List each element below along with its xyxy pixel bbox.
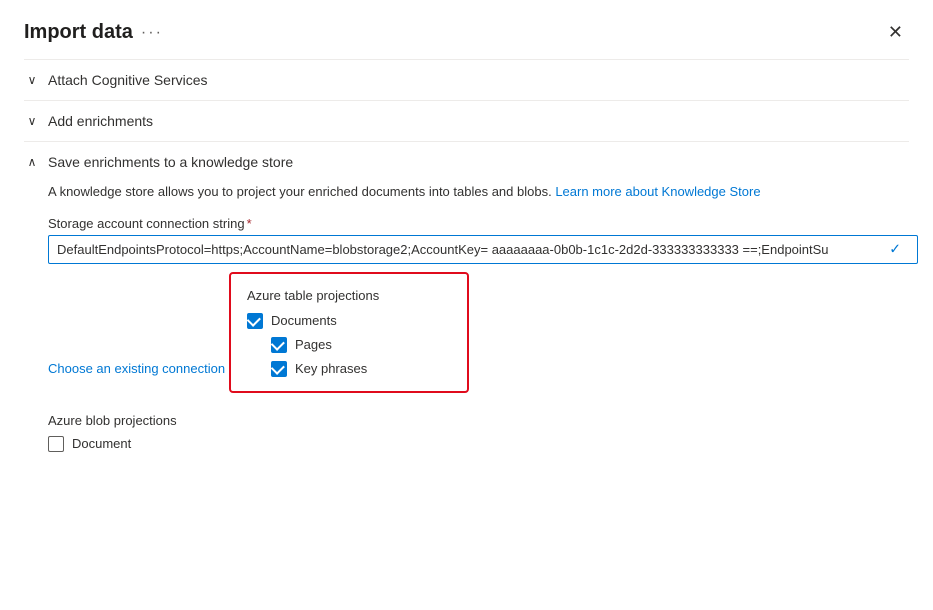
accordion-body-save-enrichments: A knowledge store allows you to project … [24,182,909,468]
knowledge-store-description: A knowledge store allows you to project … [48,182,909,202]
accordion-label-add-enrichments: Add enrichments [48,113,153,129]
panel-content: ∨ Attach Cognitive Services ∨ Add enrich… [0,59,933,609]
chevron-save-enrichments: ∧ [24,155,40,169]
accordion-add-enrichments: ∨ Add enrichments [24,100,909,141]
checkbox-row-key-phrases: Key phrases [271,361,451,377]
accordion-save-enrichments: ∧ Save enrichments to a knowledge store … [24,141,909,468]
input-check-icon: ✓ [889,241,901,258]
checkbox-row-pages: Pages [271,337,451,353]
choose-existing-connection-link[interactable]: Choose an existing connection [48,361,225,376]
checkbox-blob-document[interactable] [48,436,64,452]
import-data-panel: Import data ··· ✕ ∨ Attach Cognitive Ser… [0,0,933,610]
accordion-header-add-enrichments[interactable]: ∨ Add enrichments [24,101,909,141]
chevron-add-enrichments: ∨ [24,114,40,128]
connection-input-wrap: ✓ [48,235,909,264]
azure-table-projections-group: Azure table projections Documents Pages [229,272,469,393]
title-row: Import data ··· [24,21,163,44]
checkbox-row-blob-document: Document [48,436,909,452]
accordion-header-attach-cognitive[interactable]: ∨ Attach Cognitive Services [24,60,909,100]
connection-string-input[interactable] [48,235,918,264]
connection-string-label: Storage account connection string* [48,216,909,231]
checkbox-label-blob-document: Document [72,436,131,451]
checkbox-row-documents: Documents [247,313,451,329]
accordion-attach-cognitive: ∨ Attach Cognitive Services [24,59,909,100]
checkbox-label-key-phrases: Key phrases [295,361,367,376]
checkbox-label-documents: Documents [271,313,337,328]
panel-header: Import data ··· ✕ [0,0,933,59]
azure-blob-projections-section: Azure blob projections Document [48,413,909,452]
learn-more-link[interactable]: Learn more about Knowledge Store [555,184,760,199]
accordion-label-attach-cognitive: Attach Cognitive Services [48,72,208,88]
checkbox-pages[interactable] [271,337,287,353]
checkbox-key-phrases[interactable] [271,361,287,377]
chevron-attach-cognitive: ∨ [24,73,40,87]
accordion-label-save-enrichments: Save enrichments to a knowledge store [48,154,293,170]
checkbox-documents[interactable] [247,313,263,329]
panel-options-dots[interactable]: ··· [141,24,163,42]
checkbox-label-pages: Pages [295,337,332,352]
required-star: * [247,216,252,231]
accordion-header-save-enrichments[interactable]: ∧ Save enrichments to a knowledge store [24,142,909,182]
blob-projections-label: Azure blob projections [48,413,909,428]
table-projections-label: Azure table projections [247,288,451,303]
close-button[interactable]: ✕ [882,18,909,47]
panel-title: Import data [24,21,133,44]
